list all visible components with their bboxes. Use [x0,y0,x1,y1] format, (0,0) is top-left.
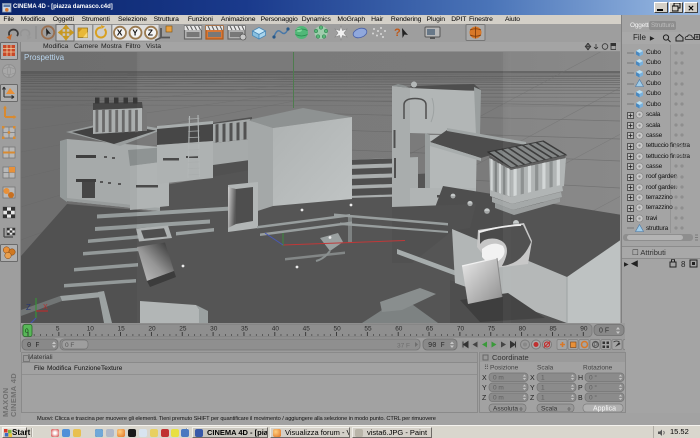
svg-text:85: 85 [549,326,557,333]
svg-text:⠿: ⠿ [484,364,489,372]
svg-text:0 m: 0 m [493,375,504,382]
svg-text:20: 20 [148,326,156,333]
svg-text:55: 55 [364,326,372,333]
svg-text:?: ? [394,27,401,39]
svg-text:Z: Z [482,395,487,402]
svg-text:Coordinate: Coordinate [492,353,529,362]
svg-text:0 m: 0 m [493,385,504,392]
svg-text:P: P [594,343,598,349]
svg-text:X: X [530,375,535,382]
svg-text:75: 75 [488,326,496,333]
svg-text:37 F: 37 F [397,343,410,350]
svg-text:30: 30 [210,326,218,333]
svg-text:1: 1 [541,375,545,382]
svg-text:Z: Z [530,395,535,402]
svg-text:80: 80 [519,326,527,333]
svg-text:45: 45 [303,326,311,333]
svg-text:50: 50 [334,326,342,333]
svg-text:H: H [578,375,583,382]
svg-text:Y: Y [530,385,535,392]
svg-text:90: 90 [580,326,588,333]
svg-text:B: B [578,395,583,402]
svg-text:40: 40 [272,326,280,333]
svg-text:60: 60 [395,326,403,333]
svg-text:0 °: 0 ° [589,384,597,392]
svg-text:Posizione: Posizione [490,365,519,372]
svg-text:70: 70 [457,326,465,333]
svg-text:Applica: Applica [593,406,616,413]
svg-text:Assoluta: Assoluta [493,406,518,413]
svg-text:8: 8 [681,260,686,268]
svg-text:0 °: 0 ° [589,374,597,382]
svg-text:Scala: Scala [537,365,554,372]
svg-text:10: 10 [87,326,95,333]
svg-text:Rotazione: Rotazione [583,365,613,372]
svg-text:35: 35 [241,326,249,333]
svg-text:Y: Y [482,385,487,392]
svg-text:0 F: 0 F [599,328,609,335]
svg-text:X: X [482,375,487,382]
svg-text:1: 1 [541,395,545,402]
svg-text:1: 1 [541,385,545,392]
svg-text:25: 25 [179,326,187,333]
svg-text:65: 65 [426,326,434,333]
svg-text:X: X [117,28,123,38]
svg-text:0 m: 0 m [493,395,504,402]
svg-text:15: 15 [118,326,126,333]
svg-text:5: 5 [56,326,60,333]
svg-text:90 F: 90 F [428,342,445,350]
svg-text:P: P [578,385,583,392]
svg-text:Y: Y [132,28,138,38]
svg-text:Scala: Scala [541,406,558,413]
svg-text:0 F: 0 F [27,342,40,350]
svg-text:0 F: 0 F [65,342,74,349]
svg-text:0 °: 0 ° [589,394,597,402]
svg-text:Z: Z [148,28,153,38]
